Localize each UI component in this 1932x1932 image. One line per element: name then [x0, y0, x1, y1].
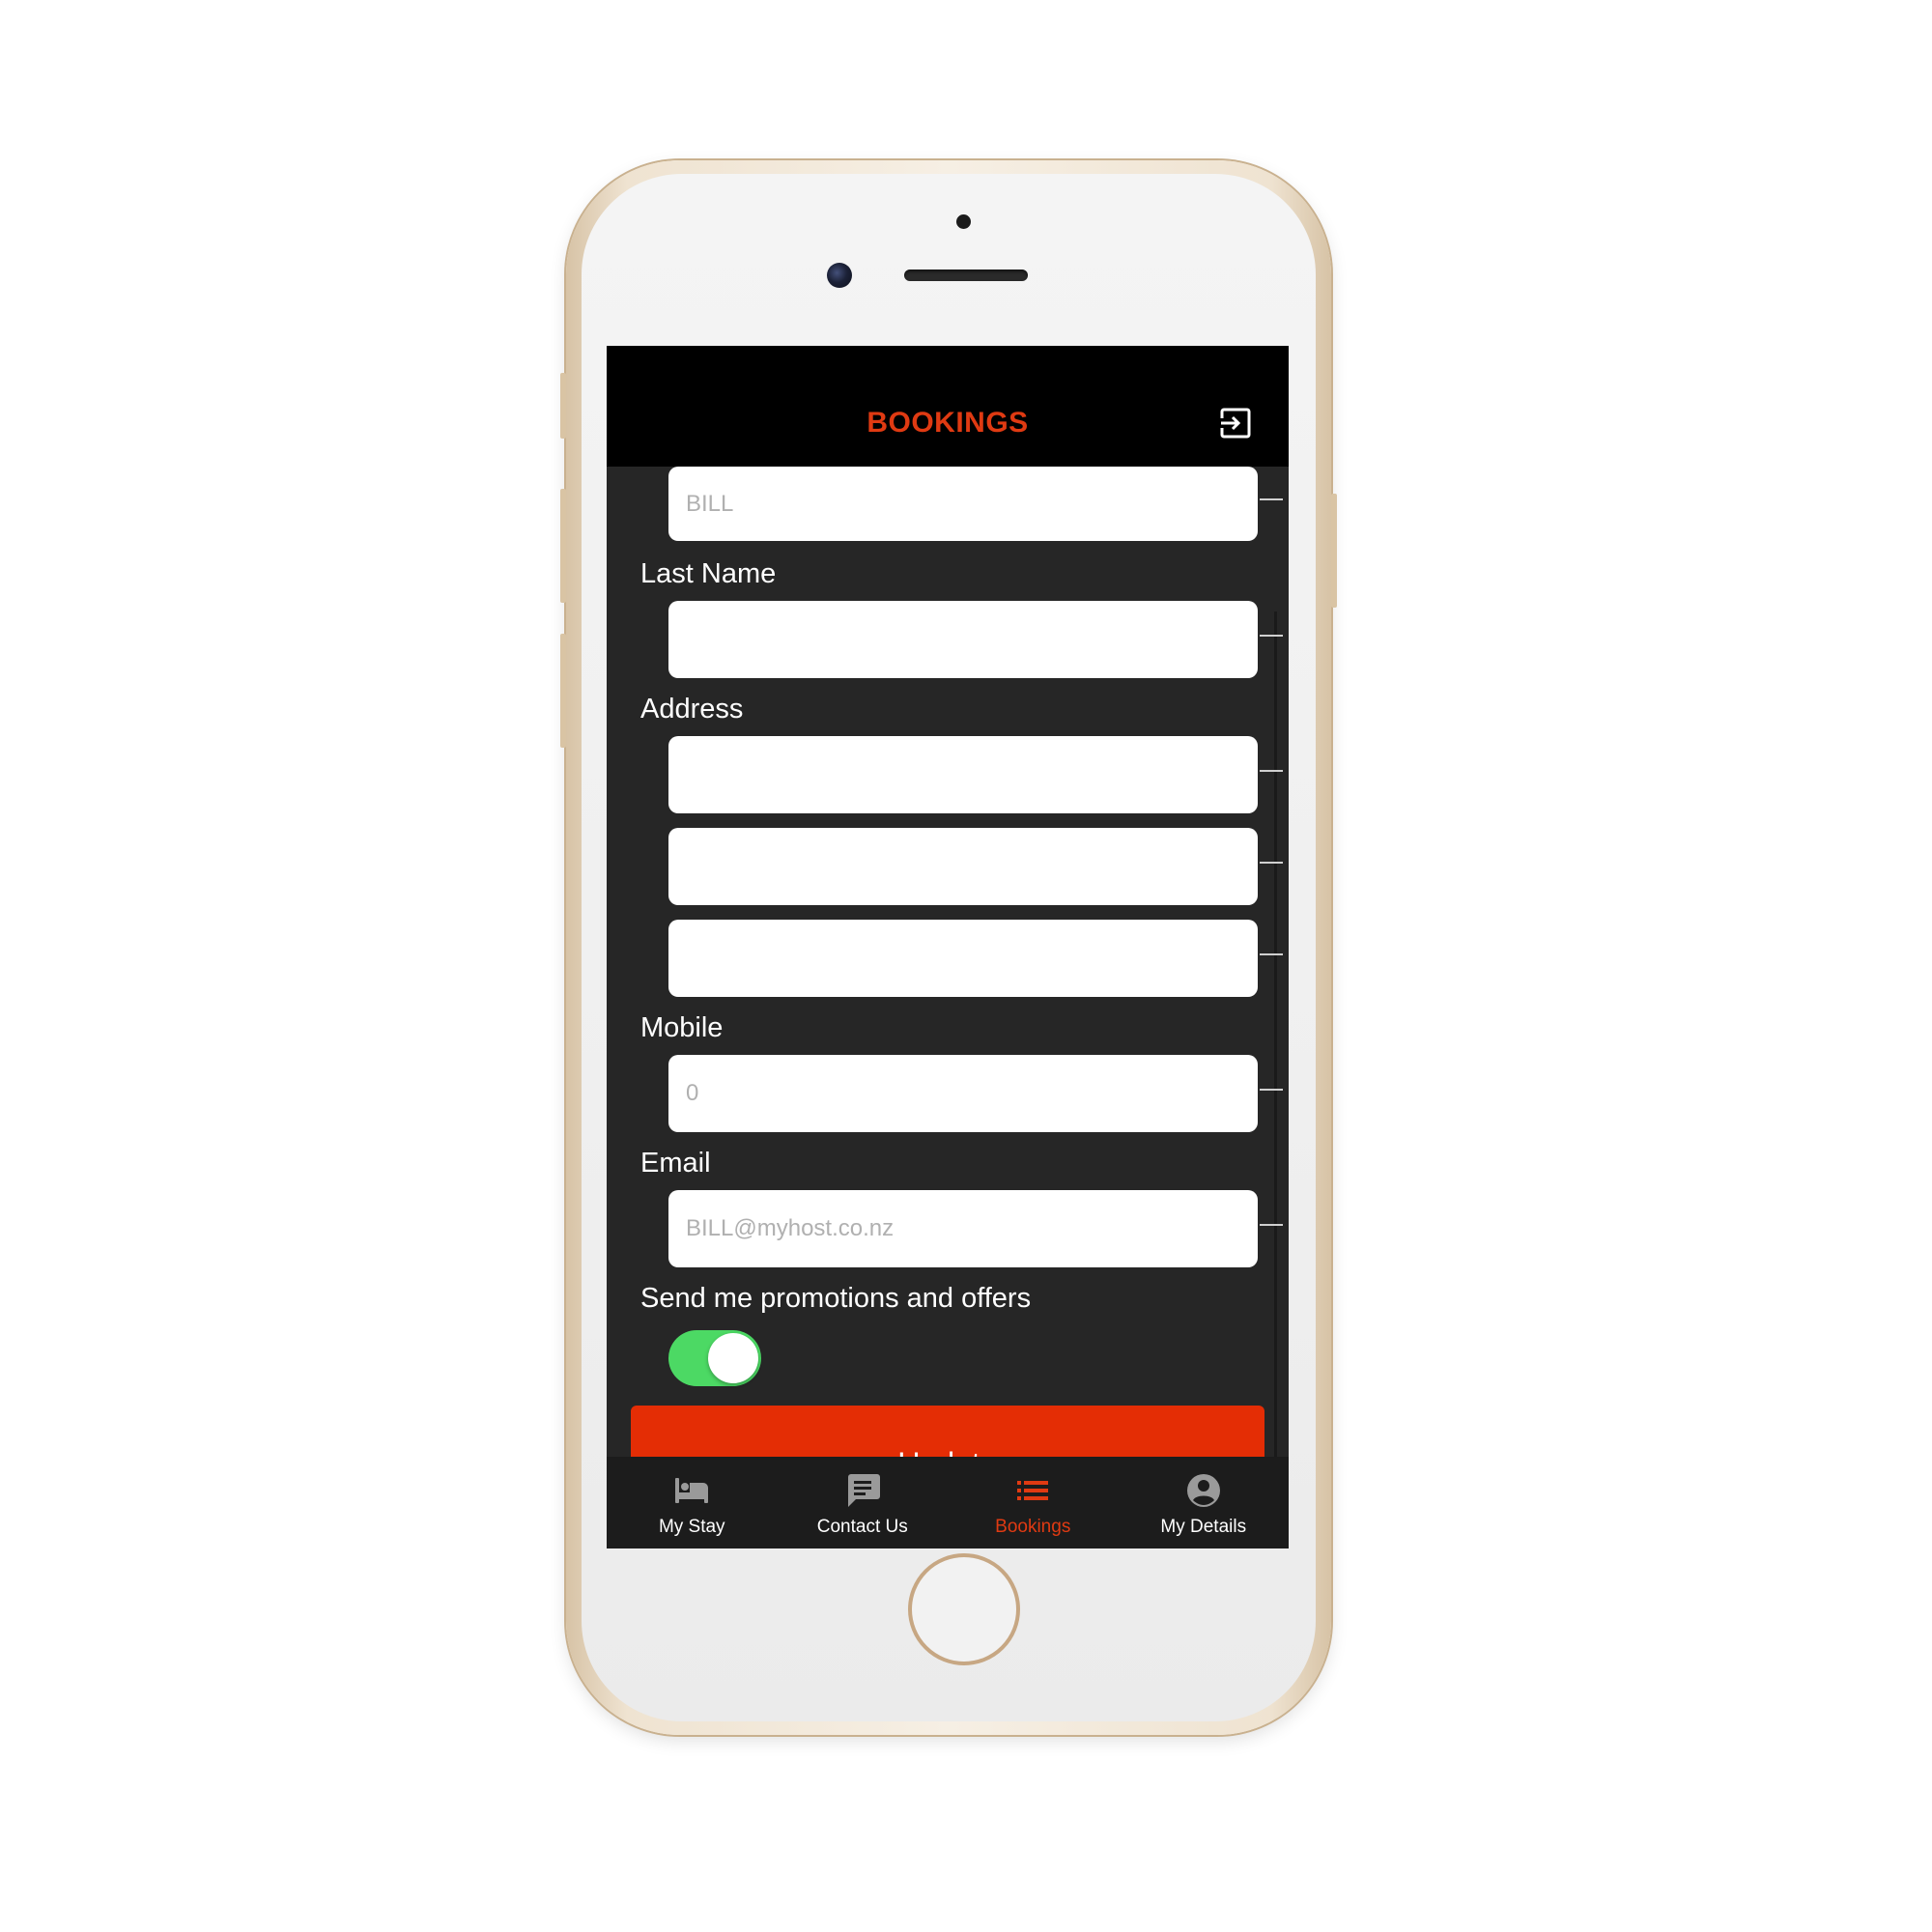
bed-icon: [675, 1478, 709, 1503]
last-name-label: Last Name: [640, 558, 777, 589]
promotions-label: Send me promotions and offers: [640, 1283, 1032, 1314]
tab-label: My Details: [1160, 1517, 1247, 1537]
tab-label: My Stay: [658, 1517, 725, 1537]
chat-icon: [847, 1474, 880, 1507]
field-edge-tick: [1260, 1089, 1283, 1091]
logout-icon[interactable]: [1219, 407, 1252, 440]
field-edge-tick: [1260, 770, 1283, 772]
address-line2-input[interactable]: [668, 828, 1258, 905]
address-line1-input[interactable]: [668, 736, 1258, 813]
power-button: [1331, 494, 1337, 608]
last-name-input[interactable]: [668, 601, 1258, 678]
mobile-label: Mobile: [640, 1012, 724, 1043]
tab-bookings[interactable]: Bookings: [948, 1457, 1119, 1548]
mobile-input[interactable]: [668, 1055, 1258, 1132]
proximity-sensor: [956, 214, 971, 229]
volume-down-button: [560, 634, 566, 748]
first-name-input[interactable]: [668, 467, 1258, 541]
address-label: Address: [640, 694, 744, 724]
list-icon: [1017, 1481, 1049, 1500]
field-edge-tick: [1260, 498, 1283, 500]
navigation-bar: BOOKINGS: [607, 346, 1289, 467]
app-screen: BOOKINGS Last Name Address Mobile: [607, 346, 1289, 1548]
email-label: Email: [640, 1148, 711, 1179]
page-title: BOOKINGS: [867, 407, 1029, 439]
tab-bar: My Stay Contact Us Bookings My Details: [607, 1457, 1289, 1548]
tab-contact-us[interactable]: Contact Us: [778, 1457, 949, 1548]
field-edge-tick: [1260, 953, 1283, 955]
promotions-toggle[interactable]: [668, 1330, 761, 1386]
canvas: BOOKINGS Last Name Address Mobile: [0, 0, 1932, 1932]
home-button[interactable]: [908, 1553, 1020, 1665]
field-edge-tick: [1260, 1224, 1283, 1226]
tab-my-details[interactable]: My Details: [1119, 1457, 1290, 1548]
tab-label: Contact Us: [816, 1517, 908, 1537]
field-edge-tick: [1260, 635, 1283, 637]
tab-label: Bookings: [995, 1517, 1071, 1537]
tab-my-stay[interactable]: My Stay: [607, 1457, 778, 1548]
toggle-knob: [708, 1333, 758, 1383]
field-edge-tick: [1260, 862, 1283, 864]
email-input[interactable]: [668, 1190, 1258, 1267]
earpiece-speaker: [904, 270, 1028, 281]
account-circle-icon: [1186, 1474, 1220, 1507]
front-camera: [827, 263, 852, 288]
profile-form: Last Name Address Mobile Email Send me p…: [607, 467, 1289, 1491]
address-line3-input[interactable]: [668, 920, 1258, 997]
volume-up-button: [560, 489, 566, 603]
mute-switch: [560, 373, 566, 439]
scroll-indicator: [1274, 611, 1277, 1491]
